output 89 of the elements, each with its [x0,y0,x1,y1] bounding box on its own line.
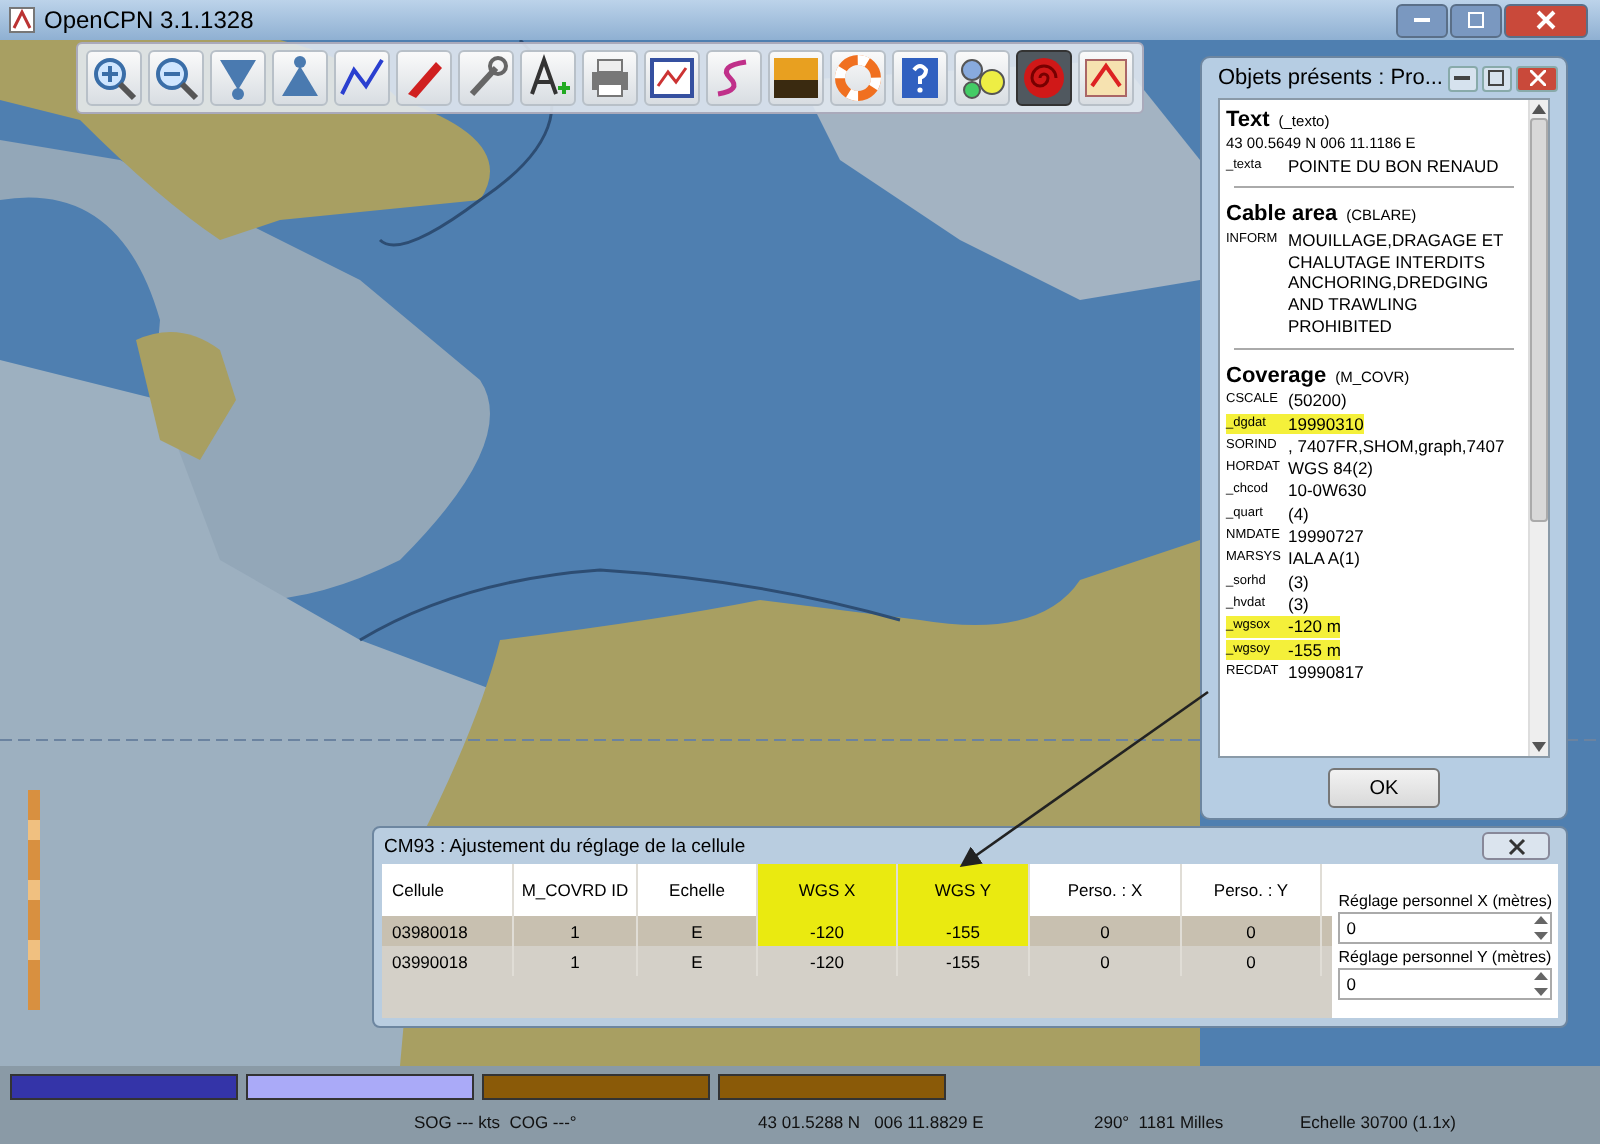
object-name: Coverage [1226,363,1327,388]
field-label: Réglage personnel X (mètres) [1338,892,1552,912]
down-triangle-button[interactable] [210,50,266,106]
chart-window-icon [648,54,696,102]
ok-button[interactable]: OK [1328,768,1440,808]
zoom-in-button[interactable] [86,50,142,106]
text-plus-button[interactable] [520,50,576,106]
table-cell: -120 [758,946,898,976]
table-cell: 0 [1182,946,1322,976]
scrollbar[interactable] [1528,100,1548,756]
dialog-title: CM93 : Ajustement du réglage de la cellule [384,835,748,857]
table-cell: 1 [514,916,638,946]
table-cell: -120 [758,916,898,946]
attribute-value: (4) [1288,503,1309,526]
help-book-icon [896,54,944,102]
lifebuoy-icon [834,54,882,102]
close-icon [1507,837,1525,855]
island [136,332,236,460]
chart-window-button[interactable] [644,50,700,106]
bearing-distance-readout: 290° 1181 Milles [1094,1112,1224,1132]
maximize-button[interactable] [1481,65,1513,91]
attribute-value: MOUILLAGE,DRAGAGE ET CHALUTAGE INTERDITS ANCHORING,DREDGING AND TRAWLING PROHIBITED [1288,229,1506,338]
attribute-value: IALA A(1) [1288,548,1360,571]
offset-spin-field[interactable]: 0 [1338,968,1552,1000]
printer-icon [586,54,634,102]
spin-arrows-icon [1532,912,1550,944]
table-cell: -155 [898,946,1030,976]
scale-bar-icon [28,790,40,1010]
table-cell: 0 [1182,916,1322,946]
window-title: OpenCPN 3.1.1328 [44,6,254,34]
table-cell: 03990018 [382,946,514,976]
attribute-value: (3) [1288,593,1309,616]
minimize-icon [1414,18,1430,22]
spiral-icon [1020,54,1068,102]
close-button[interactable] [1516,65,1558,91]
column-header[interactable]: WGS Y [898,864,1030,916]
curve-button[interactable] [706,50,762,106]
zoom-in-icon [90,54,138,102]
up-triangle-icon [276,54,324,102]
maximize-button[interactable] [1450,3,1502,37]
attribute-value: POINTE DU BON RENAUD [1288,155,1499,177]
close-icon [1536,10,1556,30]
up-triangle-button[interactable] [272,50,328,106]
help-book-button[interactable] [892,50,948,106]
attribute-value: , 7407FR,SHOM,graph,7407 [1288,435,1505,458]
zoom-out-button[interactable] [148,50,204,106]
column-header[interactable]: WGS X [758,864,898,916]
maximize-icon [1488,70,1505,86]
table-cell: 0 [1030,916,1182,946]
route-button[interactable] [334,50,390,106]
attribute-value: -120 m [1288,616,1341,639]
restore-icon [1466,10,1486,30]
down-triangle-icon [214,54,262,102]
attribute-value: (3) [1288,571,1309,593]
zoom-out-icon [152,54,200,102]
attribute-value: WGS 84(2) [1288,458,1374,480]
close-button[interactable] [1504,3,1588,37]
table-cell: 03980018 [382,916,514,946]
table-cell: 1 [514,946,638,976]
wrench-button[interactable] [458,50,514,106]
spin-arrows-icon [1532,968,1550,1000]
app-logo-icon [8,6,36,34]
scrollbar-thumb[interactable] [1530,118,1548,522]
close-icon [1529,70,1545,86]
attribute-value: 19990310 [1288,413,1364,435]
attribute-value: -155 m [1288,639,1341,661]
minimize-button[interactable] [1396,3,1448,37]
scroll-up-icon [1532,104,1546,114]
dialog-title: Objets présents : Pro... [1218,66,1443,90]
minimize-icon [1454,76,1471,80]
attribute-value: 19990727 [1288,526,1364,548]
attribute-value: (50200) [1288,390,1347,413]
speed-course-readout: SOG --- kts COG ---° [414,1112,577,1132]
table-cell: E [638,946,758,976]
chart-scale-readout: Echelle 30700 (1.1x) [1300,1112,1456,1132]
field-label: Réglage personnel Y (mètres) [1338,948,1552,968]
table-cell: -155 [898,916,1030,946]
table-cell: 0 [1030,946,1182,976]
object-name: Cable area [1226,202,1338,227]
scroll-down-icon [1532,742,1546,752]
offset-spin-field[interactable]: 0 [1338,912,1552,944]
object-name: Text [1226,108,1270,132]
printer-button[interactable] [582,50,638,106]
chart-group-bar[interactable] [246,1074,474,1100]
cursor-position-readout: 43 01.5288 N 006 11.8829 E [758,1112,984,1132]
attribute-value: 10-0W630 [1288,480,1367,503]
close-button[interactable] [1482,832,1550,860]
minimize-button[interactable] [1447,65,1478,91]
attribute-value: 19990817 [1288,661,1364,684]
